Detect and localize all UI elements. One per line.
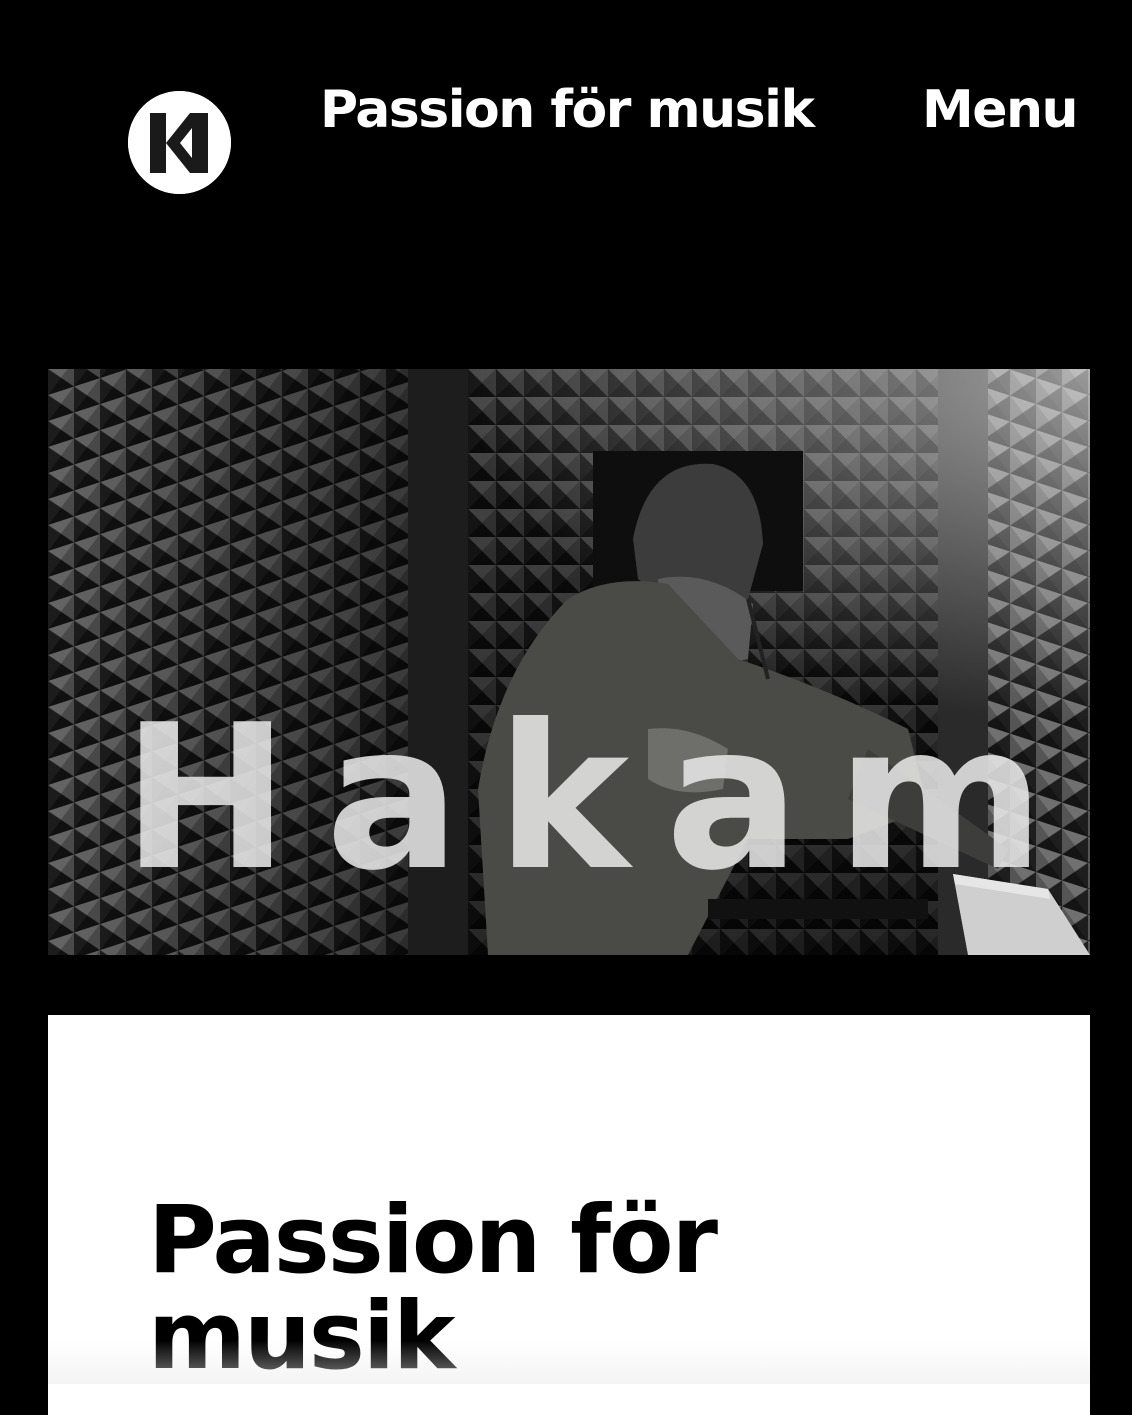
section-heading: Passion för musik (148, 1186, 718, 1391)
hero-banner: Hakami (48, 369, 1090, 955)
site-header: Passion för musik Menu (0, 0, 1132, 240)
home-logo-link[interactable] (128, 91, 231, 194)
hakami-logo-icon (128, 91, 231, 194)
intro-section: Passion för musik (48, 1015, 1090, 1415)
nav-link-passion[interactable]: Passion för musik (320, 78, 815, 142)
menu-button[interactable]: Menu (922, 78, 1079, 142)
hero-title: Hakami (122, 682, 1090, 915)
